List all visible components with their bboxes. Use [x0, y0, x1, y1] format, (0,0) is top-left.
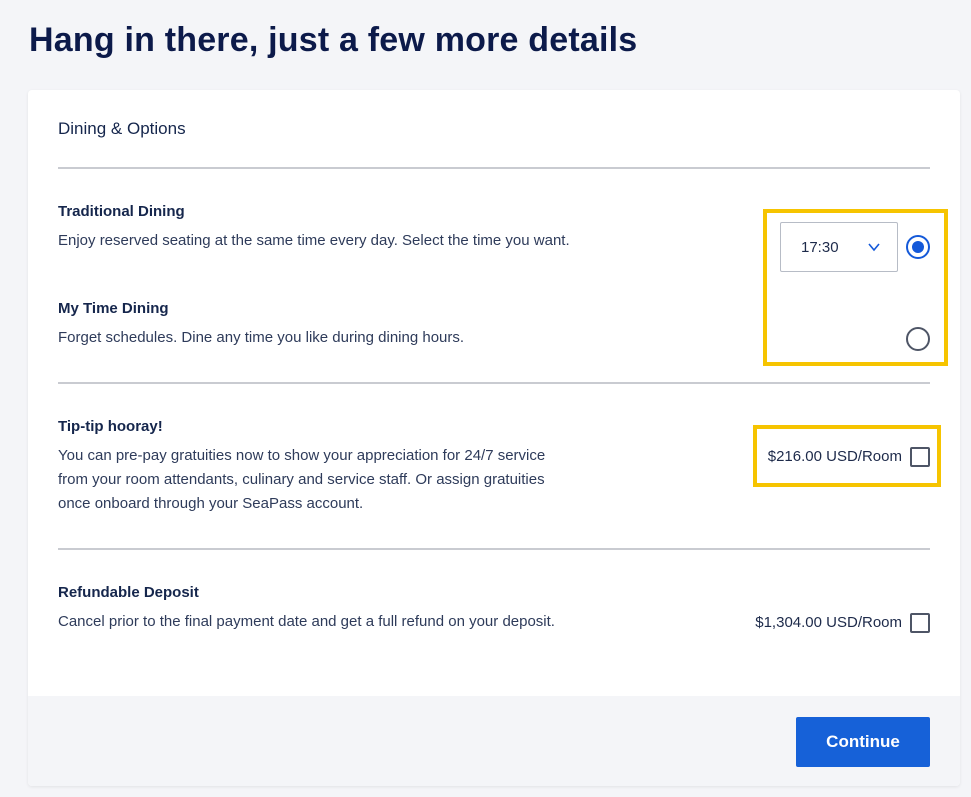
- gratuity-description-line-1: You can pre-pay gratuities now to show y…: [58, 447, 546, 464]
- page-title: Hang in there, just a few more details: [29, 21, 638, 59]
- dining-time-select[interactable]: 17:30: [780, 222, 898, 272]
- my-time-dining-radio[interactable]: [906, 327, 930, 351]
- deposit-checkbox[interactable]: [910, 613, 930, 633]
- gratuity-description-line-3: once onboard through your SeaPass accoun…: [58, 495, 364, 512]
- radio-selected-dot: [912, 241, 924, 253]
- divider: [58, 382, 930, 384]
- my-time-dining-description: Forget schedules. Dine any time you like…: [58, 329, 465, 346]
- gratuity-checkbox[interactable]: [910, 447, 930, 467]
- divider: [58, 548, 930, 550]
- continue-button[interactable]: Continue: [796, 717, 930, 767]
- deposit-description: Cancel prior to the final payment date a…: [58, 613, 555, 630]
- traditional-dining-title: Traditional Dining: [58, 203, 185, 220]
- dining-time-value: 17:30: [801, 238, 839, 256]
- divider: [58, 167, 930, 169]
- card-title: Dining & Options: [58, 119, 186, 138]
- dining-options-card: Dining & Options Traditional Dining Enjo…: [28, 90, 960, 786]
- gratuity-price: $216.00 USD/Room: [767, 448, 902, 465]
- gratuity-description-line-2: from your room attendants, culinary and …: [58, 471, 545, 488]
- deposit-price: $1,304.00 USD/Room: [755, 614, 902, 631]
- traditional-dining-radio[interactable]: [906, 235, 930, 259]
- chevron-down-icon: [868, 243, 880, 252]
- my-time-dining-title: My Time Dining: [58, 300, 169, 317]
- traditional-dining-description: Enjoy reserved seating at the same time …: [58, 232, 570, 249]
- gratuity-title: Tip-tip hooray!: [58, 418, 163, 435]
- deposit-title: Refundable Deposit: [58, 584, 199, 601]
